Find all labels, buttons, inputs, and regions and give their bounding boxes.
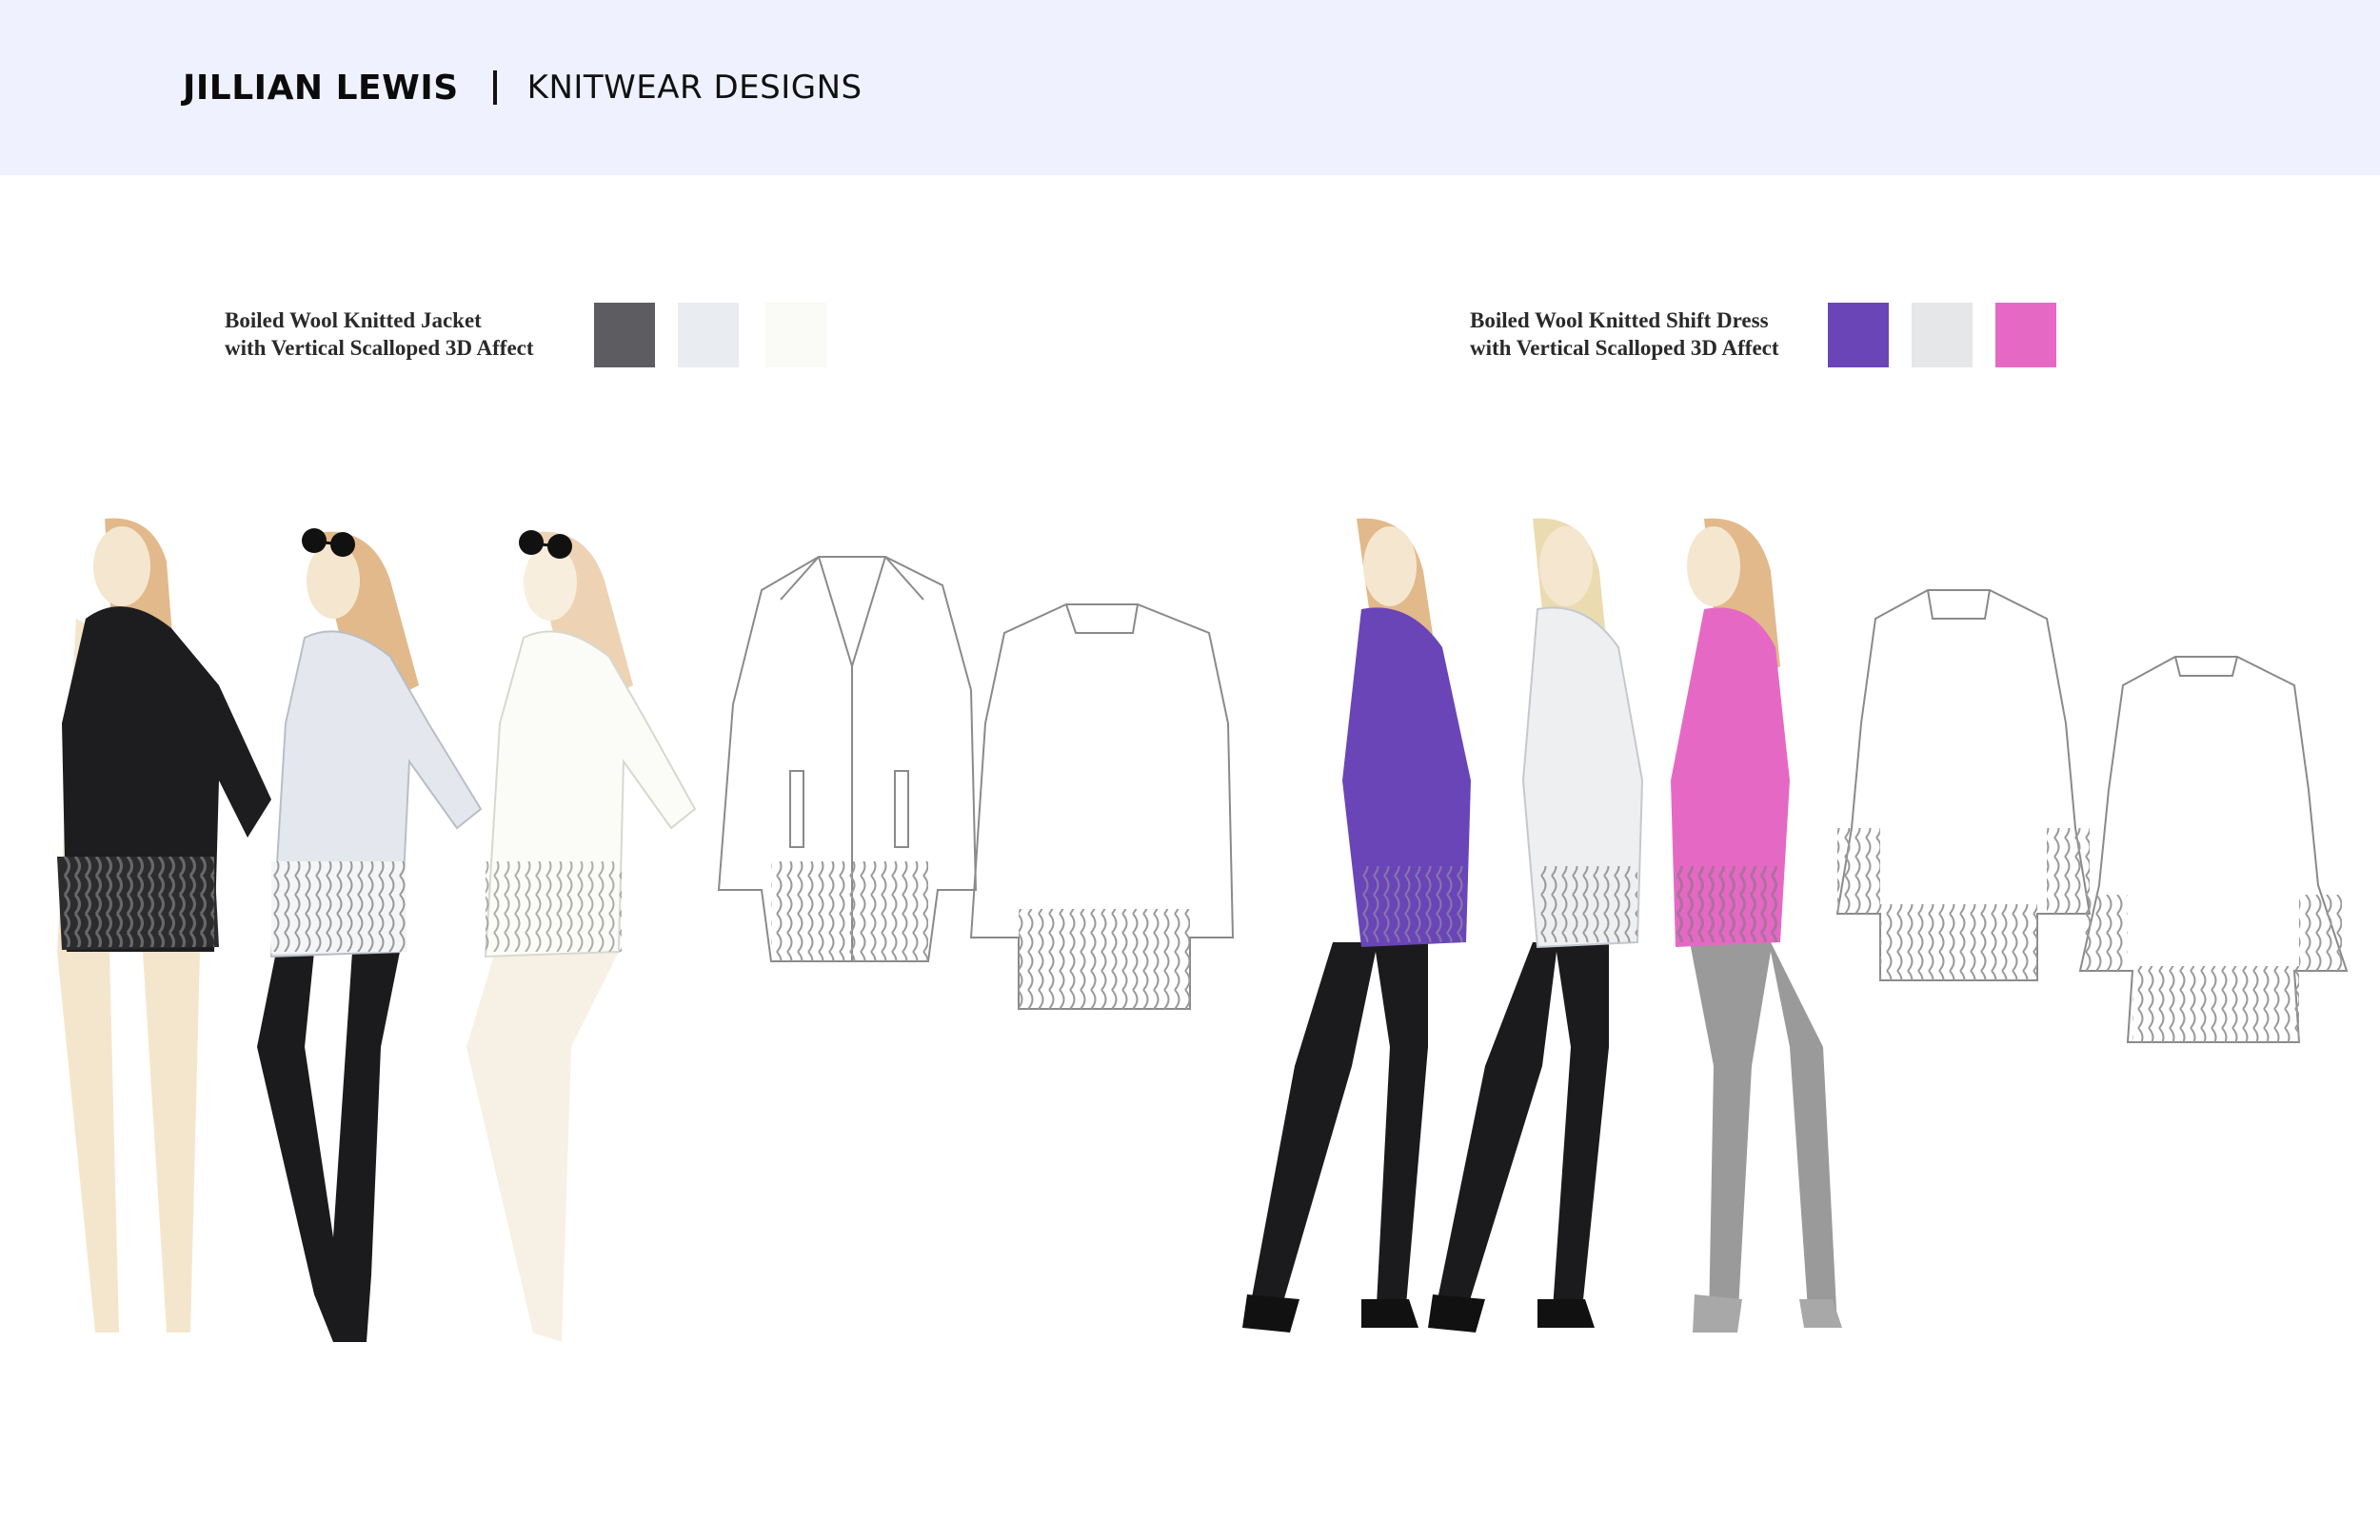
dress-flat-back	[2078, 656, 2349, 1043]
dress-flat-front	[1835, 589, 2092, 981]
jacket-flat-back	[969, 603, 1235, 1010]
jacket-figure-black	[57, 518, 271, 1333]
fashion-illustrations	[57, 518, 2349, 1342]
dress-figure-pink	[1671, 518, 1842, 1333]
jacket-flat-front	[717, 556, 978, 962]
dress-figure-violet	[1242, 518, 1471, 1333]
jacket-figure-ivory	[466, 530, 697, 1342]
jacket-figure-grey	[257, 528, 483, 1342]
